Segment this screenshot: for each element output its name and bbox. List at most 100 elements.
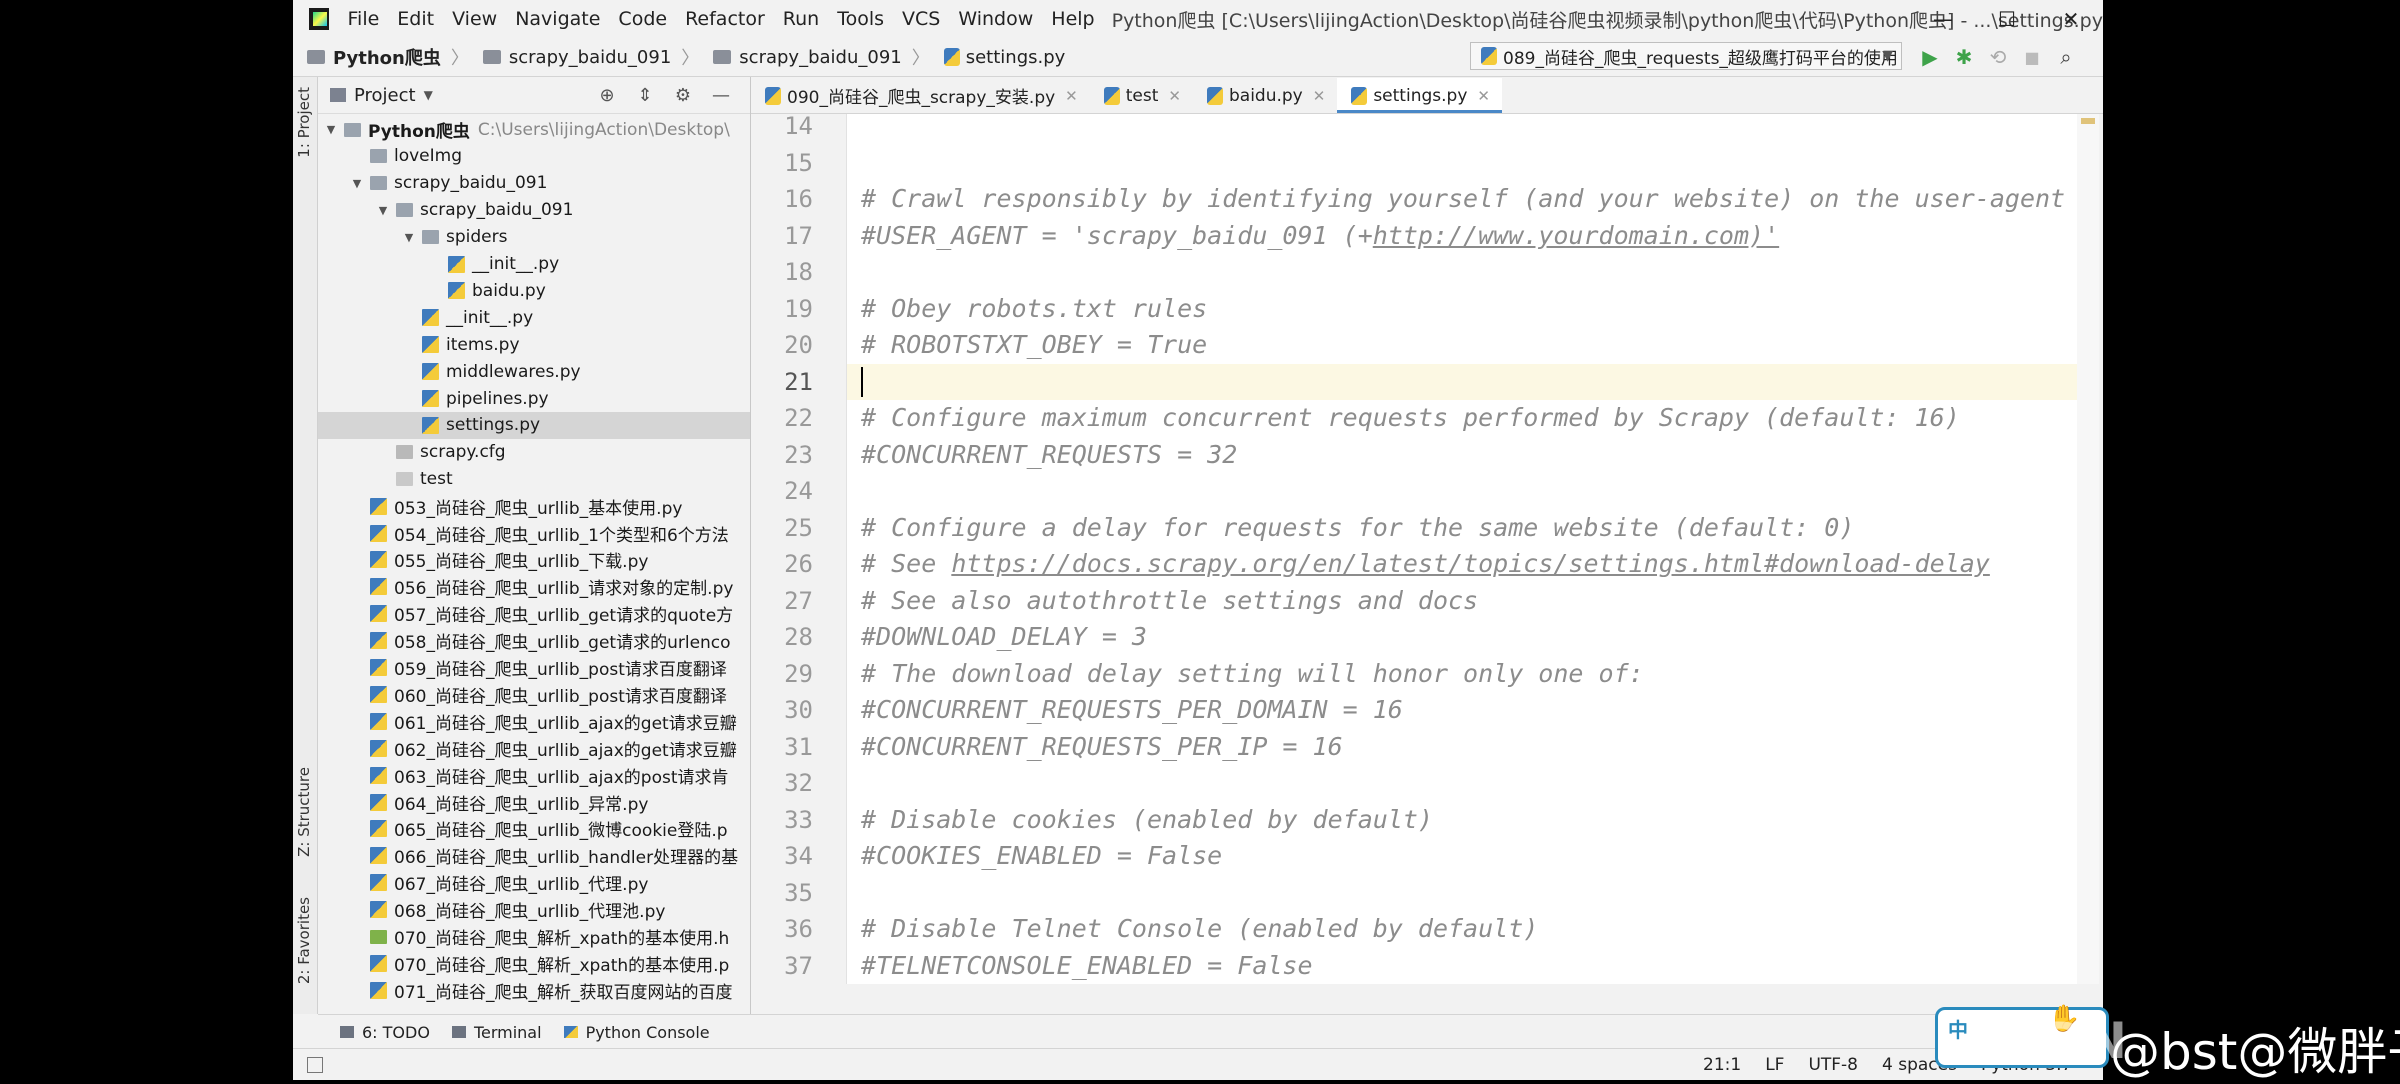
project-tool-tab[interactable]: 1: Project — [295, 87, 313, 158]
chevron-down-icon[interactable]: ▼ — [424, 88, 433, 102]
file-encoding[interactable]: UTF-8 — [1808, 1055, 1858, 1075]
menu-navigate[interactable]: Navigate — [506, 8, 609, 30]
inspection-indicator-icon[interactable] — [2081, 118, 2095, 124]
code-line[interactable] — [847, 765, 2077, 801]
code-line[interactable]: #DOWNLOAD_DELAY = 3 — [847, 619, 2077, 655]
breadcrumb-folder-1[interactable]: scrapy_baidu_091 〉 — [469, 44, 699, 70]
chevron-down-icon[interactable]: ▼ — [376, 204, 390, 217]
code-line[interactable] — [847, 114, 2077, 144]
tree-item[interactable]: ▼ scrapy_baidu_091 — [318, 197, 750, 224]
menu-window[interactable]: Window — [949, 8, 1042, 30]
tree-item[interactable]: 061_尚硅谷_爬虫_urllib_ajax的get请求豆瓣 — [318, 708, 750, 735]
tool-window-toggle-icon[interactable] — [307, 1057, 323, 1073]
terminal-tool-button[interactable]: Terminal — [451, 1023, 542, 1042]
hide-icon[interactable]: — — [702, 85, 740, 106]
run-icon[interactable]: ▶ — [1913, 45, 1947, 69]
code-line[interactable]: #COOKIES_ENABLED = False — [847, 838, 2077, 874]
tree-item[interactable]: 058_尚硅谷_爬虫_urllib_get请求的urlenco — [318, 627, 750, 654]
code-line[interactable]: # The download delay setting will honor … — [847, 656, 2077, 692]
tree-item[interactable]: 056_尚硅谷_爬虫_urllib_请求对象的定制.py — [318, 573, 750, 600]
close-button[interactable]: ✕ — [2039, 0, 2103, 38]
chevron-down-icon[interactable]: ▼ — [324, 123, 338, 136]
tree-item[interactable]: 063_尚硅谷_爬虫_urllib_ajax的post请求肯 — [318, 762, 750, 789]
code-line[interactable] — [847, 363, 2077, 400]
tree-item[interactable]: 067_尚硅谷_爬虫_urllib_代理.py — [318, 869, 750, 896]
caret-position[interactable]: 21:1 — [1703, 1055, 1741, 1075]
breadcrumb-project[interactable]: Python爬虫 〉 — [293, 44, 469, 70]
coverage-icon[interactable]: ⟲ — [1981, 45, 2015, 69]
code-line[interactable]: # Disable cookies (enabled by default) — [847, 802, 2077, 838]
code-line[interactable]: # See https://docs.scrapy.org/en/latest/… — [847, 546, 2077, 582]
tree-item[interactable]: 064_尚硅谷_爬虫_urllib_异常.py — [318, 789, 750, 816]
code-line[interactable] — [847, 145, 2077, 181]
minimize-button[interactable]: — — [1911, 0, 1975, 38]
tree-item[interactable]: __init__.py — [318, 251, 750, 278]
code-line[interactable]: # Obey robots.txt rules — [847, 291, 2077, 327]
menu-edit[interactable]: Edit — [388, 8, 443, 30]
tree-item[interactable]: 059_尚硅谷_爬虫_urllib_post请求百度翻译 — [318, 654, 750, 681]
tree-item[interactable]: middlewares.py — [318, 358, 750, 385]
tree-item[interactable]: 062_尚硅谷_爬虫_urllib_ajax的get请求豆瓣 — [318, 735, 750, 762]
menu-refactor[interactable]: Refactor — [676, 8, 774, 30]
python-console-tool-button[interactable]: Python Console — [563, 1023, 710, 1042]
code-line[interactable]: #CONCURRENT_REQUESTS_PER_IP = 16 — [847, 729, 2077, 765]
close-tab-icon[interactable]: ✕ — [1477, 87, 1490, 105]
tree-item[interactable]: ▼ scrapy_baidu_091 — [318, 170, 750, 197]
menu-view[interactable]: View — [443, 8, 506, 30]
tree-item[interactable]: 070_尚硅谷_爬虫_解析_xpath的基本使用.h — [318, 923, 750, 950]
tree-item[interactable]: ▼ Python爬虫 C:\Users\lijingAction\Desktop\ — [318, 116, 750, 143]
locate-icon[interactable]: ⊕ — [588, 85, 626, 106]
project-panel-title[interactable]: Project — [354, 85, 416, 106]
tree-item[interactable]: 057_尚硅谷_爬虫_urllib_get请求的quote方 — [318, 600, 750, 627]
close-tab-icon[interactable]: ✕ — [1168, 87, 1181, 105]
code-line[interactable]: #CONCURRENT_REQUESTS_PER_DOMAIN = 16 — [847, 692, 2077, 728]
editor-tab[interactable]: test ✕ — [1090, 78, 1193, 113]
favorites-tool-tab[interactable]: 2: Favorites — [295, 897, 313, 984]
tree-item[interactable]: 068_尚硅谷_爬虫_urllib_代理池.py — [318, 896, 750, 923]
code-line[interactable]: # Crawl responsibly by identifying yours… — [847, 181, 2077, 217]
menu-run[interactable]: Run — [774, 8, 828, 30]
structure-tool-tab[interactable]: Z: Structure — [295, 767, 313, 857]
editor-tab[interactable]: settings.py ✕ — [1337, 78, 1502, 113]
tree-item[interactable]: settings.py — [318, 411, 750, 439]
tree-item[interactable]: pipelines.py — [318, 385, 750, 412]
tree-item[interactable]: 066_尚硅谷_爬虫_urllib_handler处理器的基 — [318, 842, 750, 869]
code-line[interactable]: # Configure a delay for requests for the… — [847, 510, 2077, 546]
gear-icon[interactable]: ⚙ — [664, 85, 702, 106]
tree-item[interactable]: loveImg — [318, 143, 750, 170]
tree-item[interactable]: 060_尚硅谷_爬虫_urllib_post请求百度翻译 — [318, 681, 750, 708]
tree-item[interactable]: items.py — [318, 331, 750, 358]
stop-icon[interactable]: ■ — [2015, 48, 2049, 67]
code-line[interactable]: # ROBOTSTXT_OBEY = True — [847, 327, 2077, 363]
search-icon[interactable]: ⌕ — [2049, 45, 2083, 69]
chevron-down-icon[interactable]: ▼ — [350, 177, 364, 190]
close-tab-icon[interactable]: ✕ — [1065, 87, 1078, 105]
code-editor[interactable]: # Crawl responsibly by identifying yours… — [847, 114, 2077, 984]
tree-item[interactable]: scrapy.cfg — [318, 439, 750, 466]
code-line[interactable] — [847, 473, 2077, 509]
tree-item[interactable]: ▼ spiders — [318, 224, 750, 251]
tree-item[interactable]: baidu.py — [318, 277, 750, 304]
tree-item[interactable]: 065_尚硅谷_爬虫_urllib_微博cookie登陆.p — [318, 815, 750, 842]
breadcrumb-file[interactable]: settings.py — [930, 47, 1065, 68]
code-line[interactable]: #CONCURRENT_REQUESTS = 32 — [847, 437, 2077, 473]
maximize-button[interactable]: ☐ — [1975, 0, 2039, 38]
menu-vcs[interactable]: VCS — [893, 8, 949, 30]
tree-item[interactable]: __init__.py — [318, 304, 750, 331]
tree-item[interactable]: 055_尚硅谷_爬虫_urllib_下载.py — [318, 546, 750, 573]
tree-item[interactable]: 053_尚硅谷_爬虫_urllib_基本使用.py — [318, 493, 750, 520]
menu-tools[interactable]: Tools — [828, 8, 893, 30]
code-line[interactable]: #USER_AGENT = 'scrapy_baidu_091 (+http:/… — [847, 218, 2077, 254]
breadcrumb-folder-2[interactable]: scrapy_baidu_091 〉 — [699, 44, 930, 70]
close-tab-icon[interactable]: ✕ — [1313, 87, 1326, 105]
debug-icon[interactable]: ✱ — [1947, 45, 1981, 69]
code-line[interactable] — [847, 254, 2077, 290]
code-line[interactable]: #TELNETCONSOLE_ENABLED = False — [847, 948, 2077, 984]
menu-help[interactable]: Help — [1042, 8, 1103, 30]
menu-code[interactable]: Code — [609, 8, 676, 30]
collapse-icon[interactable]: ⇕ — [626, 85, 664, 106]
tree-item[interactable]: 071_尚硅谷_爬虫_解析_获取百度网站的百度 — [318, 977, 750, 1004]
run-configuration-select[interactable]: 089_尚硅谷_爬虫_requests_超级鹰打码平台的使用 ▼ — [1470, 42, 1902, 70]
tree-item[interactable]: test — [318, 466, 750, 493]
code-line[interactable]: # Disable Telnet Console (enabled by def… — [847, 911, 2077, 947]
